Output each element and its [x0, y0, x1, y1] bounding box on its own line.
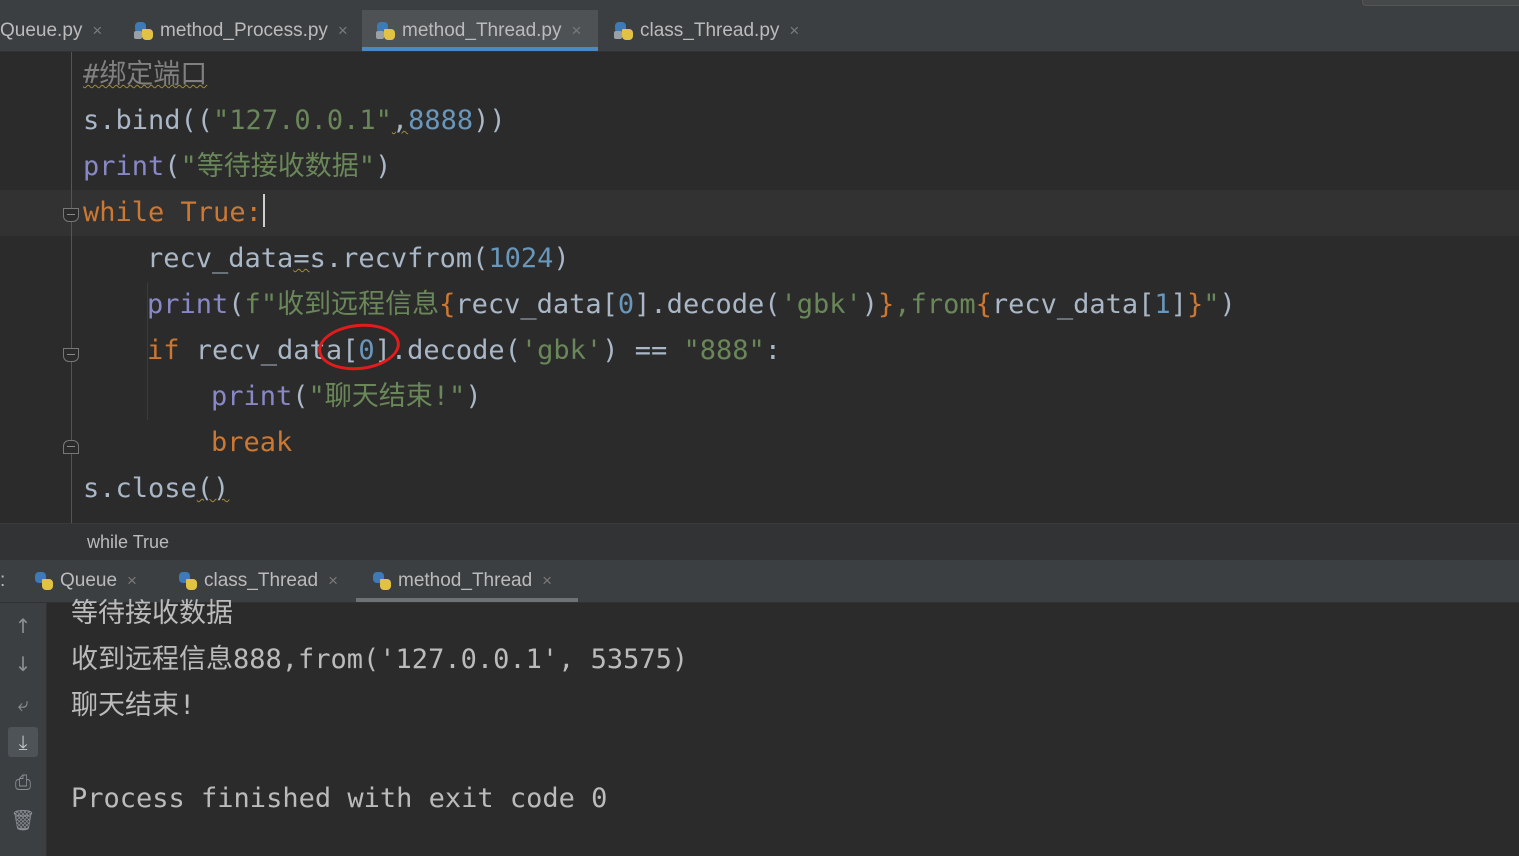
python-file-icon — [614, 21, 634, 41]
text-caret — [262, 194, 265, 227]
close-icon[interactable]: × — [572, 21, 582, 41]
tab-label: method_Thread.py — [402, 19, 562, 41]
fold-if-icon[interactable] — [63, 348, 79, 362]
tab-method-thread[interactable]: method_Thread.py × — [362, 10, 598, 51]
code-line-6: print(f"收到远程信息{recv_data[0].decode('gbk'… — [147, 289, 1236, 320]
close-icon[interactable]: × — [328, 571, 338, 591]
code-editor[interactable]: #绑定端口 s.bind(("127.0.0.1",8888)) print("… — [0, 52, 1519, 523]
code-line-7: if recv_data[0].decode('gbk') == "888": — [147, 335, 782, 366]
close-icon[interactable]: × — [92, 21, 102, 41]
fold-while-icon[interactable] — [63, 208, 79, 222]
run-tab-label: Queue — [60, 570, 118, 591]
python-icon — [34, 571, 54, 591]
close-icon[interactable]: × — [789, 21, 799, 41]
tab-queue[interactable]: Queue.py × — [0, 10, 120, 51]
close-icon[interactable]: × — [338, 21, 348, 41]
python-icon — [178, 571, 198, 591]
console-line-1: 等待接收数据 — [71, 598, 233, 629]
code-line-2: s.bind(("127.0.0.1",8888)) — [83, 105, 506, 136]
code-line-9: break — [211, 427, 293, 458]
tab-label: class_Thread.py — [640, 19, 780, 41]
console-line-5: Process finished with exit code 0 — [71, 783, 608, 814]
soft-wrap-icon[interactable]: ⤶ — [8, 689, 38, 719]
console-line-3: 聊天结束! — [71, 690, 196, 721]
code-line-4: while True: — [83, 190, 265, 236]
console-line-2: 收到远程信息888,from('127.0.0.1', 53575) — [71, 644, 689, 675]
print-icon[interactable]: ⎙ — [8, 767, 38, 797]
run-label: : — [0, 570, 6, 591]
arrow-down-icon[interactable]: ↓ — [8, 649, 38, 679]
run-tab-label: class_Thread — [204, 570, 319, 591]
tab-method-process[interactable]: method_Process.py × — [122, 10, 358, 51]
arrow-up-icon[interactable]: ↑ — [8, 611, 38, 641]
run-console[interactable]: ↑ ↓ ⤶ ⤓ ⎙ 🗑 等待接收数据 收到远程信息888,from('127.0… — [0, 598, 1519, 856]
python-file-icon — [376, 21, 396, 41]
scroll-to-end-icon[interactable]: ⤓ — [8, 727, 38, 757]
fold-end-icon[interactable] — [63, 440, 79, 454]
breadcrumb-item[interactable]: while True — [87, 524, 169, 560]
code-line-1: #绑定端口 — [83, 59, 208, 90]
editor-tab-bar: Queue.py × method_Process.py × method_Th… — [0, 10, 1519, 52]
code-line-8: print("聊天结束!") — [211, 381, 482, 412]
run-tab-method-thread[interactable]: method_Thread × — [356, 560, 578, 602]
python-icon — [372, 571, 392, 591]
close-icon[interactable]: × — [127, 571, 137, 591]
run-tab-label: method_Thread — [398, 570, 533, 591]
trash-icon[interactable]: 🗑 — [8, 805, 38, 835]
tab-label: Queue.py — [0, 19, 83, 41]
code-line-5: recv_data=s.recvfrom(1024) — [147, 243, 570, 274]
code-line-10: s.close() — [83, 473, 230, 504]
python-file-icon — [134, 21, 154, 41]
close-icon[interactable]: × — [542, 571, 552, 591]
console-toolbar: ↑ ↓ ⤶ ⤓ ⎙ 🗑 — [0, 603, 47, 856]
code-line-3: print("等待接收数据") — [83, 151, 392, 182]
breadcrumb[interactable]: while True — [0, 523, 1519, 560]
tab-class-thread[interactable]: class_Thread.py × — [602, 10, 812, 51]
search-box[interactable] — [1362, 0, 1519, 6]
tab-label: method_Process.py — [160, 19, 328, 41]
